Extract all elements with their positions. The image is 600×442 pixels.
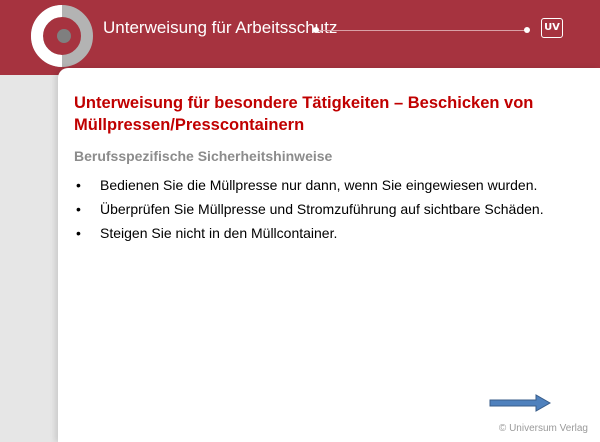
header-bar: Unterweisung für Arbeitsschutz UV <box>0 0 600 75</box>
uv-logo-badge: UV <box>541 18 563 38</box>
slide-subtitle: Berufsspezifische Sicherheitshinweise <box>74 148 333 164</box>
side-panel <box>0 75 58 442</box>
slide-title: Unterweisung für besondere Tätigkeiten –… <box>74 94 534 134</box>
slide-content: Unterweisung für besondere Tätigkeiten –… <box>58 68 600 442</box>
bullet-dot: • <box>76 225 81 241</box>
copyright-text: © Universum Verlag <box>498 423 588 434</box>
list-item: • Steigen Sie nicht in den Müllcontainer… <box>74 223 594 243</box>
bullet-dot: • <box>76 177 81 193</box>
bullet-text: Steigen Sie nicht in den Müllcontainer. <box>100 225 338 241</box>
header-dot-left <box>313 27 319 33</box>
header-title: Unterweisung für Arbeitsschutz <box>103 18 338 37</box>
circle-logo-icon <box>31 5 93 67</box>
arrow-right-icon <box>489 394 552 412</box>
header-dot-right <box>524 27 530 33</box>
header-divider <box>316 30 526 31</box>
next-slide-button[interactable] <box>488 392 552 414</box>
bullet-text: Überprüfen Sie Müllpresse und Stromzufüh… <box>100 201 544 217</box>
bullet-list: • Bedienen Sie die Müllpresse nur dann, … <box>74 175 594 247</box>
list-item: • Bedienen Sie die Müllpresse nur dann, … <box>74 175 594 195</box>
bullet-dot: • <box>76 201 81 217</box>
bullet-text: Bedienen Sie die Müllpresse nur dann, we… <box>100 177 538 193</box>
list-item: • Überprüfen Sie Müllpresse und Stromzuf… <box>74 199 594 219</box>
